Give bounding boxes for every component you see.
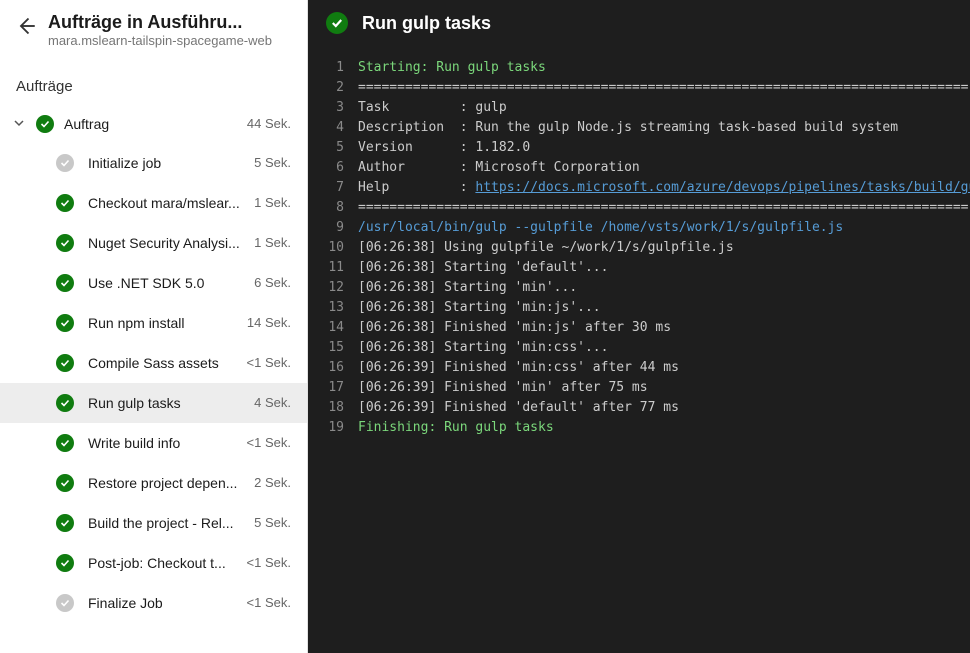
step-duration: <1 Sek. bbox=[247, 555, 291, 570]
step-duration: 4 Sek. bbox=[254, 395, 291, 410]
step-row[interactable]: Run gulp tasks 4 Sek. bbox=[0, 383, 307, 423]
job-row[interactable]: Auftrag 44 Sek. bbox=[0, 105, 307, 143]
step-duration: 14 Sek. bbox=[247, 315, 291, 330]
log-title: Run gulp tasks bbox=[362, 13, 491, 34]
step-row[interactable]: Finalize Job <1 Sek. bbox=[0, 583, 307, 623]
step-name: Run npm install bbox=[88, 315, 233, 331]
step-row[interactable]: Nuget Security Analysi... 1 Sek. bbox=[0, 223, 307, 263]
step-row[interactable]: Build the project - Rel... 5 Sek. bbox=[0, 503, 307, 543]
sidebar: Aufträge in Ausführu... mara.mslearn-tai… bbox=[0, 0, 308, 653]
job-duration: 44 Sek. bbox=[247, 116, 291, 131]
step-duration: 6 Sek. bbox=[254, 275, 291, 290]
step-name: Post-job: Checkout t... bbox=[88, 555, 233, 571]
help-link[interactable]: https://docs.microsoft.com/azure/devops/… bbox=[475, 180, 970, 195]
step-name: Initialize job bbox=[88, 155, 240, 171]
step-row[interactable]: Write build info <1 Sek. bbox=[0, 423, 307, 463]
step-duration: 1 Sek. bbox=[254, 235, 291, 250]
job-name: Auftrag bbox=[64, 116, 109, 132]
check-icon bbox=[56, 354, 74, 372]
section-label: Aufträge bbox=[0, 58, 307, 105]
step-row[interactable]: Checkout mara/mslear... 1 Sek. bbox=[0, 183, 307, 223]
check-icon bbox=[56, 234, 74, 252]
step-name: Run gulp tasks bbox=[88, 395, 240, 411]
step-name: Use .NET SDK 5.0 bbox=[88, 275, 240, 291]
step-duration: 5 Sek. bbox=[254, 155, 291, 170]
check-icon bbox=[56, 314, 74, 332]
check-icon bbox=[56, 474, 74, 492]
page-title: Aufträge in Ausführu... bbox=[48, 12, 272, 33]
step-name: Write build info bbox=[88, 435, 233, 451]
check-icon bbox=[326, 12, 348, 34]
step-duration: 1 Sek. bbox=[254, 195, 291, 210]
check-icon bbox=[56, 434, 74, 452]
step-row[interactable]: Restore project depen... 2 Sek. bbox=[0, 463, 307, 503]
step-row[interactable]: Compile Sass assets <1 Sek. bbox=[0, 343, 307, 383]
step-row[interactable]: Use .NET SDK 5.0 6 Sek. bbox=[0, 263, 307, 303]
circle-icon bbox=[56, 154, 74, 172]
step-name: Compile Sass assets bbox=[88, 355, 233, 371]
log-output[interactable]: 12345678910111213141516171819 Starting: … bbox=[308, 58, 970, 458]
step-name: Restore project depen... bbox=[88, 475, 240, 491]
step-duration: <1 Sek. bbox=[247, 435, 291, 450]
step-name: Nuget Security Analysi... bbox=[88, 235, 240, 251]
back-arrow-icon[interactable] bbox=[16, 16, 36, 36]
step-row[interactable]: Post-job: Checkout t... <1 Sek. bbox=[0, 543, 307, 583]
page-subtitle: mara.mslearn-tailspin-spacegame-web bbox=[48, 33, 272, 50]
log-panel: Run gulp tasks 1234567891011121314151617… bbox=[308, 0, 970, 653]
check-icon bbox=[56, 554, 74, 572]
check-icon bbox=[56, 194, 74, 212]
step-duration: 5 Sek. bbox=[254, 515, 291, 530]
step-row[interactable]: Initialize job 5 Sek. bbox=[0, 143, 307, 183]
step-name: Finalize Job bbox=[88, 595, 233, 611]
check-icon bbox=[56, 274, 74, 292]
step-duration: <1 Sek. bbox=[247, 355, 291, 370]
circle-icon bbox=[56, 594, 74, 612]
step-duration: 2 Sek. bbox=[254, 475, 291, 490]
chevron-down-icon bbox=[12, 116, 26, 132]
step-name: Build the project - Rel... bbox=[88, 515, 240, 531]
check-icon bbox=[56, 514, 74, 532]
step-name: Checkout mara/mslear... bbox=[88, 195, 240, 211]
check-icon bbox=[56, 394, 74, 412]
step-duration: <1 Sek. bbox=[247, 595, 291, 610]
check-icon bbox=[36, 115, 54, 133]
step-row[interactable]: Run npm install 14 Sek. bbox=[0, 303, 307, 343]
